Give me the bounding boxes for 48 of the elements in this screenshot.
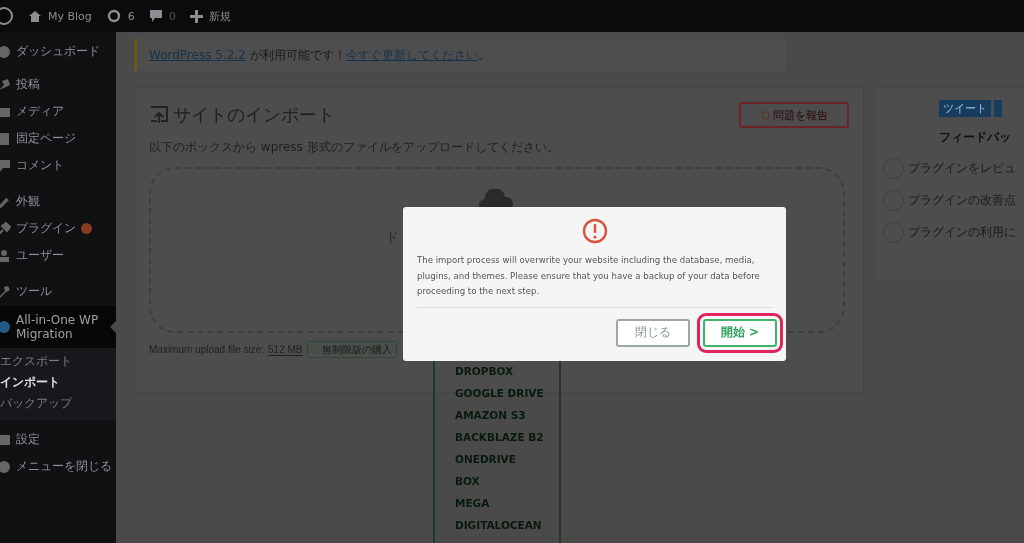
- sidebar-item[interactable]: 設定: [0, 426, 116, 453]
- site-name: My Blog: [48, 9, 92, 23]
- new-label: 新規: [208, 8, 231, 24]
- comment-icon: [148, 9, 163, 23]
- sidebar-item[interactable]: All-in-One WP Migration: [0, 306, 116, 348]
- sidebar-item[interactable]: 外観: [0, 188, 116, 215]
- menu-label: ユーザー: [16, 247, 64, 264]
- menu-label: ツール: [16, 283, 52, 300]
- menu-label: 設定: [16, 431, 40, 448]
- submenu-item[interactable]: エクスポート: [0, 353, 116, 370]
- submenu-item[interactable]: インポート: [0, 374, 116, 391]
- warning-icon: [581, 218, 608, 244]
- sidebar-item[interactable]: ツール: [0, 278, 116, 305]
- share-button[interactable]: [994, 100, 1002, 117]
- menu-label: コメント: [16, 157, 64, 174]
- menu-label: 固定ページ: [16, 130, 76, 147]
- new-link[interactable]: 新規: [189, 8, 231, 24]
- sidebar-item[interactable]: ユーザー: [0, 242, 116, 269]
- menu-pointer-icon: [110, 321, 116, 333]
- menu-label: 外観: [16, 193, 40, 210]
- site-link[interactable]: My Blog: [28, 9, 92, 23]
- comments-count: 0: [168, 9, 176, 23]
- menu-label: メニューを閉じる: [16, 458, 112, 475]
- home-icon: [28, 9, 42, 23]
- dialog-message: The import process will overwrite your website including the database, media, plugins, and themes. Please ensure that you have a backup of your data before proceeding to the next step.: [417, 254, 761, 298]
- menu-label: ダッシュボード: [16, 42, 100, 60]
- menu-label: メディア: [16, 103, 64, 120]
- user-icon: [0, 248, 11, 263]
- comment-icon: [0, 158, 11, 173]
- menu-label: プラグイン: [16, 220, 76, 237]
- close-button[interactable]: 閉じる: [616, 318, 690, 347]
- feedback-title: フィードバッ: [939, 129, 1012, 146]
- sidebar-item[interactable]: 投稿: [0, 71, 116, 98]
- tweet-button[interactable]: ツイート: [939, 100, 991, 117]
- sidebar-item[interactable]: ダッシュボード: [0, 36, 116, 66]
- menu-label: All-in-One WP Migration: [16, 313, 100, 341]
- import-icon: [149, 105, 169, 125]
- sidebar-item[interactable]: 固定ページ: [0, 125, 116, 152]
- updates-count: 6: [127, 9, 135, 23]
- menu-label: 投稿: [16, 76, 40, 93]
- sidebar-item[interactable]: コメント: [0, 152, 116, 179]
- sidebar-item[interactable]: メニューを閉じる: [0, 453, 116, 480]
- submenu-item[interactable]: バックアップ: [0, 395, 116, 412]
- plus-icon: [189, 9, 203, 23]
- start-button[interactable]: 開始 >: [703, 318, 777, 347]
- sidebar-item[interactable]: メディア: [0, 98, 116, 125]
- updates-link[interactable]: 6: [105, 9, 135, 23]
- sidebar-item[interactable]: プラグイン: [0, 215, 116, 242]
